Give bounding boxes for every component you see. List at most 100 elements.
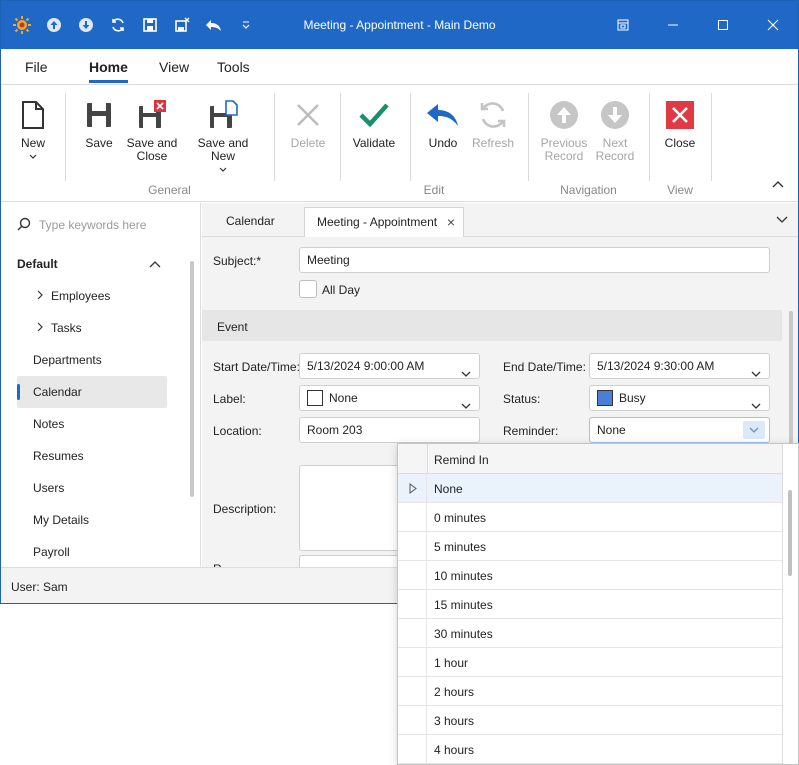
nav-item-my-details[interactable]: My Details [17,504,167,536]
option-4-hours[interactable]: 4 hours [398,735,782,764]
minimize-icon[interactable] [648,1,698,49]
chevron-down-icon[interactable] [461,394,471,418]
arrow-up-circle-icon [539,93,589,137]
close-button[interactable]: Close [659,93,701,150]
end-datetime-input[interactable]: 5/13/2024 9:30:00 AM [589,353,770,379]
save-and-new-button[interactable]: Save and New [185,93,261,176]
nav-item-resumes[interactable]: Resumes [17,440,167,472]
description-label: Description: [213,502,277,516]
status-select[interactable]: Busy [589,385,770,411]
nav-item-users[interactable]: Users [17,472,167,504]
row-indicator [398,648,427,677]
option-5-minutes[interactable]: 5 minutes [398,532,782,561]
refresh-button[interactable]: Refresh [471,93,515,150]
ribbon-separator [711,93,712,181]
option-2-hours[interactable]: 2 hours [398,677,782,706]
reminder-label: Reminder: [503,424,559,438]
ribbon-separator [649,93,650,181]
row-indicator [398,590,427,619]
chevron-down-icon[interactable] [751,362,761,386]
location-input[interactable]: Room 203 [299,417,480,443]
chevron-down-icon[interactable] [461,362,471,386]
tab-calendar[interactable]: Calendar [214,207,287,237]
ribbon-home: New Save Save and Close Save and New Del… [1,85,798,202]
option-10-minutes[interactable]: 10 minutes [398,561,782,590]
close-tab-icon[interactable]: × [447,208,455,236]
nav-item-notes[interactable]: Notes [17,408,167,440]
close-red-icon [659,93,701,137]
column-header-remind-in[interactable]: Remind In [434,453,489,467]
validate-button[interactable]: Validate [351,93,397,150]
nav-item-calendar[interactable]: Calendar [17,376,167,408]
next-record-button[interactable]: Next Record [593,93,637,163]
document-tabs: Calendar Meeting - Appointment × [202,203,798,237]
end-datetime-label: End Date/Time: [503,360,586,374]
option-1-hour[interactable]: 1 hour [398,648,782,677]
ribbon-group-general: General [148,183,191,197]
label-color-swatch [307,390,323,406]
ribbon-tab-tools[interactable]: Tools [217,49,250,85]
label-select[interactable]: None [299,385,480,411]
previous-record-button[interactable]: Previous Record [539,93,589,163]
delete-button[interactable]: Delete [287,93,329,150]
window-controls [598,1,798,49]
ribbon-group-view: View [667,183,693,197]
restore-layout-icon[interactable] [598,1,648,49]
reminder-select[interactable]: None [589,417,770,443]
chevron-down-icon[interactable] [776,213,788,227]
option-3-hours[interactable]: 3 hours [398,706,782,735]
label-label: Label: [213,392,246,406]
subject-input[interactable]: Meeting [299,247,770,273]
collapse-ribbon-icon[interactable] [772,177,784,191]
reminder-dropdown: Remind In None 0 minutes 5 minutes 10 mi… [397,443,799,765]
dropdown-scrollbar[interactable] [788,490,792,576]
nav-item-departments[interactable]: Departments [17,344,167,376]
all-day-checkbox[interactable] [299,280,317,298]
undo-icon [421,93,465,137]
row-indicator [398,735,427,764]
ribbon-group-edit: Edit [423,183,445,197]
current-user-text: User: Sam [11,580,68,594]
ribbon-tab-home[interactable]: Home [89,49,128,85]
tab-meeting-appointment[interactable]: Meeting - Appointment × [304,207,464,237]
nav-item-employees[interactable]: Employees [17,280,167,312]
row-indicator [398,677,427,706]
save-and-close-button[interactable]: Save and Close [125,93,179,163]
subject-label: Subject:* [213,254,262,268]
maximize-icon[interactable] [698,1,748,49]
option-15-minutes[interactable]: 15 minutes [398,590,782,619]
option-0-minutes[interactable]: 0 minutes [398,503,782,532]
status-label: Status: [503,392,541,406]
ribbon-tab-view[interactable]: View [159,49,189,85]
nav-item-payroll[interactable]: Payroll [17,536,167,568]
checkmark-icon [351,93,397,137]
ribbon-tab-file[interactable]: File [25,49,48,85]
start-datetime-input[interactable]: 5/13/2024 9:00:00 AM [299,353,480,379]
chevron-down-icon[interactable] [743,421,765,439]
new-button[interactable]: New [13,93,53,163]
status-color-swatch [597,390,613,406]
chevron-up-icon[interactable] [149,257,161,271]
nav-group-default[interactable]: Default [17,257,167,271]
save-icon [77,93,121,137]
option-30-minutes[interactable]: 30 minutes [398,619,782,648]
current-row-icon [409,483,417,494]
undo-button[interactable]: Undo [421,93,465,150]
chevron-down-icon[interactable] [751,394,761,418]
save-button[interactable]: Save [77,93,121,150]
nav-item-tasks[interactable]: Tasks [17,312,167,344]
option-none[interactable]: None [398,474,782,503]
search-input[interactable]: Type keywords here [39,218,146,232]
header-divider [427,444,428,474]
form-scrollbar[interactable] [789,311,793,447]
save-and-close-icon [125,93,179,137]
nav-scrollbar[interactable] [190,261,194,497]
ribbon-separator [340,93,341,181]
row-indicator [398,474,427,503]
all-day-label: All Day [322,283,361,297]
refresh-icon [471,93,515,137]
dropdown-header: Remind In [398,444,782,474]
nav-search[interactable]: Type keywords here [17,215,187,235]
arrow-down-circle-icon [593,93,637,137]
close-window-icon[interactable] [748,1,798,49]
